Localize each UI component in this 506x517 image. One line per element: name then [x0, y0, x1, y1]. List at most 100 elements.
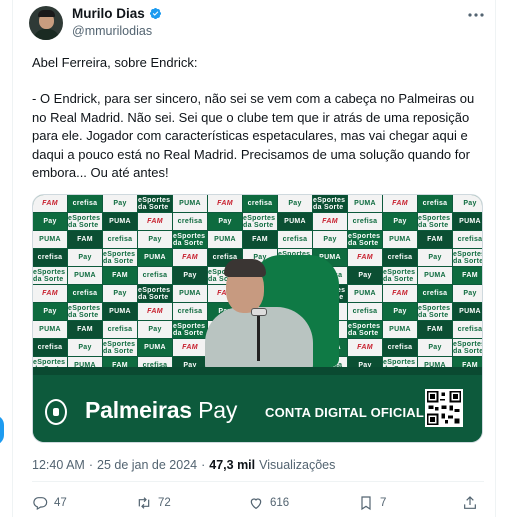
backdrop-logo-tile: eSportes da Sorte	[173, 231, 207, 248]
backdrop-logo-tile: eSportes da Sorte	[33, 267, 67, 284]
tweet-paragraph-quote: - O Endrick, para ser sincero, não sei s…	[32, 91, 475, 181]
backdrop-logo-tile: FAM	[383, 285, 417, 302]
floating-edge-button[interactable]	[0, 415, 4, 445]
backdrop-logo-tile: PUMA	[138, 339, 172, 356]
backdrop-logo-tile: crefisa	[418, 195, 452, 212]
repost-count: 72	[158, 497, 171, 509]
backdrop-logo-tile: FAM	[383, 195, 417, 212]
backdrop-logo-tile: Pay	[453, 285, 482, 302]
backdrop-logo-tile: FAM	[138, 303, 172, 320]
like-button[interactable]: 616	[248, 495, 289, 511]
tweet-meta: 12:40 AM · 25 de jan de 2024 · 47,3 mil …	[32, 458, 335, 472]
views-count: 47,3 mil	[209, 458, 256, 472]
divider	[32, 481, 484, 482]
author-display-name[interactable]: Murilo Dias	[72, 6, 145, 21]
backdrop-logo-tile: eSportes da Sorte	[138, 195, 172, 212]
meta-separator-2: ·	[201, 458, 206, 472]
backdrop-logo-tile: FAM	[173, 249, 207, 266]
backdrop-logo-tile: Pay	[348, 267, 382, 284]
bookmark-button[interactable]: 7	[358, 495, 386, 511]
repost-button[interactable]: 72	[136, 495, 171, 511]
timeline-border-right	[495, 0, 496, 517]
backdrop-logo-tile: eSportes da Sorte	[418, 303, 452, 320]
backdrop-logo-tile: eSportes da Sorte	[348, 321, 382, 338]
backdrop-logo-tile: crefisa	[173, 303, 207, 320]
backdrop-logo-tile: Pay	[173, 267, 207, 284]
backdrop-logo-tile: Pay	[68, 339, 102, 356]
share-button[interactable]	[462, 495, 478, 511]
timeline-border-left	[12, 0, 13, 517]
backdrop-logo-tile: FAM	[453, 267, 482, 284]
backdrop-logo-tile: eSportes da Sorte	[173, 321, 207, 338]
bookmark-count: 7	[380, 497, 387, 509]
sponsor-bar: Palmeiras Pay CONTA DIGITAL OFICIAL	[33, 375, 482, 442]
backdrop-logo-tile: FAM	[348, 339, 382, 356]
tweet-text: Abel Ferreira, sobre Endrick: - O Endric…	[32, 54, 484, 200]
backdrop-logo-tile: Pay	[103, 285, 137, 302]
backdrop-logo-tile: Pay	[383, 303, 417, 320]
press-desk	[33, 367, 482, 375]
backdrop-logo-tile: FAM	[138, 213, 172, 230]
backdrop-logo-tile: FAM	[418, 321, 452, 338]
tweet-card: Murilo Dias @mmurilodias Abel Ferreira, …	[0, 0, 506, 517]
backdrop-logo-tile: PUMA	[173, 195, 207, 212]
backdrop-logo-tile: crefisa	[348, 303, 382, 320]
backdrop-logo-tile: FAM	[33, 195, 67, 212]
backdrop-logo-tile: FAM	[313, 213, 347, 230]
backdrop-logo-tile: Pay	[138, 231, 172, 248]
backdrop-logo-tile: FAM	[243, 231, 277, 248]
backdrop-logo-tile: crefisa	[383, 339, 417, 356]
backdrop-logo-tile: PUMA	[453, 303, 482, 320]
sponsor-brand-bold: Palmeiras	[85, 397, 192, 423]
author-name-row[interactable]: Murilo Dias	[72, 6, 162, 21]
backdrop-logo-tile: eSportes da Sorte	[418, 213, 452, 230]
backdrop-logo-tile: PUMA	[33, 321, 67, 338]
backdrop-logo-tile: PUMA	[418, 267, 452, 284]
reply-icon	[33, 497, 48, 511]
reply-button[interactable]: 47	[32, 495, 67, 511]
tweet-date[interactable]: 25 de jan de 2024	[97, 458, 197, 472]
backdrop-logo-tile: PUMA	[208, 231, 242, 248]
backdrop-logo-tile: crefisa	[173, 213, 207, 230]
backdrop-logo-tile: crefisa	[33, 339, 67, 356]
backdrop-logo-tile: crefisa	[243, 195, 277, 212]
sponsor-brand: Palmeiras Pay	[85, 397, 237, 424]
backdrop-logo-tile: Pay	[33, 303, 67, 320]
backdrop-logo-tile: crefisa	[383, 249, 417, 266]
backdrop-logo-tile: eSportes da Sorte	[103, 339, 137, 356]
like-count: 616	[270, 497, 290, 509]
backdrop-logo-tile: crefisa	[103, 321, 137, 338]
backdrop-logo-tile: Pay	[418, 339, 452, 356]
avatar[interactable]	[29, 6, 63, 40]
backdrop-logo-tile: eSportes da Sorte	[313, 195, 347, 212]
backdrop-logo-tile: eSportes da Sorte	[68, 213, 102, 230]
tweet-time[interactable]: 12:40 AM	[32, 458, 85, 472]
share-icon	[464, 496, 476, 509]
backdrop-logo-tile: FAM	[68, 231, 102, 248]
backdrop-logo-tile: PUMA	[383, 321, 417, 338]
reply-count: 47	[54, 497, 67, 509]
views-label: Visualizações	[259, 458, 336, 472]
backdrop-logo-tile: PUMA	[383, 231, 417, 248]
backdrop-logo-tile: Pay	[103, 195, 137, 212]
meta-separator: ·	[88, 458, 93, 472]
backdrop-logo-tile: crefisa	[453, 231, 482, 248]
backdrop-logo-tile: eSportes da Sorte	[68, 303, 102, 320]
backdrop-logo-tile: crefisa	[68, 195, 102, 212]
backdrop-logo-tile: Pay	[208, 213, 242, 230]
microphone-stand	[257, 313, 260, 361]
more-options-icon[interactable]	[466, 8, 486, 22]
tweet-media-image[interactable]: FAM crefisa Pay eSportes da Sorte PUMA FAM cre…	[32, 194, 483, 443]
backdrop-logo-tile: FAM	[33, 285, 67, 302]
coach-hair	[224, 259, 266, 277]
backdrop-logo-tile: crefisa	[103, 231, 137, 248]
backdrop-logo-tile: PUMA	[348, 285, 382, 302]
sponsor-slogan: CONTA DIGITAL OFICIAL	[265, 405, 424, 420]
backdrop-logo-tile: FAM	[68, 321, 102, 338]
qr-code-icon	[425, 389, 463, 427]
author-handle[interactable]: @mmurilodias	[72, 24, 152, 38]
backdrop-logo-tile: Pay	[313, 231, 347, 248]
backdrop-logo-tile: eSportes da Sorte	[383, 267, 417, 284]
like-icon	[250, 498, 262, 510]
backdrop-logo-tile: PUMA	[453, 213, 482, 230]
